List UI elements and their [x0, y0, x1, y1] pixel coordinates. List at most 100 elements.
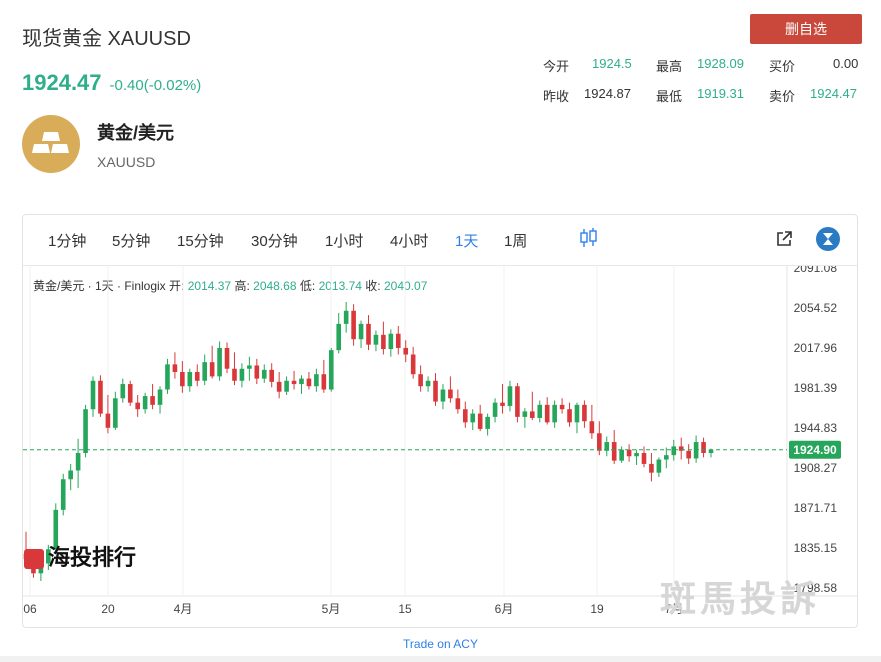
candle-body: [589, 421, 595, 434]
candle-body: [626, 449, 632, 457]
candle-body: [157, 389, 163, 405]
candle-body: [187, 372, 193, 387]
candle-body: [567, 409, 572, 423]
timeframe-1h[interactable]: 1小时: [325, 230, 363, 251]
trade-on-acy-link[interactable]: Trade on ACY: [0, 637, 881, 651]
timeframe-1min[interactable]: 1分钟: [48, 230, 86, 251]
candle-body: [425, 380, 431, 387]
candle-body: [202, 362, 208, 381]
candle-body: [306, 378, 312, 387]
candle-body: [68, 470, 73, 480]
candle-body: [358, 323, 364, 340]
x-tick-label: 06: [23, 602, 37, 616]
candle-body: [418, 374, 423, 387]
candle-body: [492, 402, 498, 417]
price-row: 1924.47 -0.40(-0.02%): [22, 70, 201, 96]
high-value: 1928.09: [697, 56, 744, 71]
last-price: 1924.47: [22, 70, 102, 95]
candle-body: [462, 409, 468, 423]
candle-body: [254, 365, 260, 379]
candle-body: [261, 369, 267, 379]
candle-body: [120, 384, 126, 399]
candle-body: [686, 450, 691, 459]
candle-body: [537, 404, 543, 418]
candle-body: [529, 411, 535, 418]
candle-body: [701, 442, 706, 453]
candlestick-type-icon[interactable]: [579, 227, 599, 254]
x-tick-label: 20: [101, 602, 115, 616]
candle-body: [232, 368, 237, 381]
candle-body: [217, 347, 222, 377]
candle-body: [239, 368, 245, 381]
candle-body: [224, 347, 230, 369]
timeframe-1d[interactable]: 1天: [455, 230, 478, 251]
candle-body: [127, 384, 133, 403]
x-tick-label: 6月: [495, 602, 514, 616]
hourglass-icon[interactable]: [816, 227, 840, 251]
open-value: 1924.5: [592, 56, 632, 71]
candle-body: [634, 452, 639, 457]
candle-body: [209, 362, 215, 377]
bottom-strip: [0, 656, 881, 662]
candle-body: [194, 372, 200, 381]
candle-body: [366, 323, 371, 345]
y-tick-label: 1944.83: [794, 421, 838, 435]
candle-body: [269, 369, 275, 382]
prev-close-value: 1924.87: [584, 86, 631, 101]
candle-body: [522, 411, 528, 417]
candle-body: [619, 449, 624, 461]
timeframe-4h[interactable]: 4小时: [390, 230, 428, 251]
x-tick-label: 15: [398, 602, 412, 616]
external-link-icon[interactable]: [775, 230, 793, 253]
candle-body: [142, 396, 148, 410]
candle-body: [477, 413, 483, 429]
candle-body: [180, 372, 185, 387]
candle-body: [470, 413, 476, 423]
candle-body: [75, 452, 81, 471]
timeframe-5min[interactable]: 5分钟: [112, 230, 150, 251]
y-tick-label: 2054.52: [794, 301, 838, 315]
low-label: 最低: [656, 89, 683, 104]
y-tick-label: 2091.08: [794, 266, 838, 275]
page-title: 现货黄金 XAUUSD: [22, 28, 191, 50]
candle-body: [433, 380, 438, 402]
open-label: 今开: [543, 59, 570, 74]
instrument-symbol: XAUUSD: [97, 154, 156, 170]
high-label: 最高: [656, 59, 683, 74]
y-tick-label: 2017.96: [794, 341, 838, 355]
timeframe-15min[interactable]: 15分钟: [177, 230, 224, 251]
candle-body: [515, 386, 520, 417]
timeframe-30min[interactable]: 30分钟: [251, 230, 298, 251]
y-tick-label: 1981.39: [794, 381, 838, 395]
candle-body: [328, 350, 334, 390]
candle-body: [60, 479, 66, 510]
timeframe-1w[interactable]: 1周: [504, 230, 527, 251]
remove-watchlist-button[interactable]: 删自选: [750, 14, 862, 44]
candle-body: [500, 402, 505, 406]
candle-body: [485, 416, 490, 429]
candle-body: [321, 374, 327, 390]
low-value: 1919.31: [697, 86, 744, 101]
candle-body: [611, 442, 617, 461]
watermark-logo: 海投排行: [24, 540, 136, 572]
x-tick-label: 19: [590, 602, 604, 616]
current-price-label: 1924.90: [793, 443, 837, 457]
x-tick-label: 5月: [322, 602, 341, 616]
candle-body: [552, 404, 557, 423]
candle-body: [403, 347, 409, 355]
candle-body: [314, 374, 319, 387]
candle-body: [544, 404, 550, 423]
candle-body: [410, 354, 416, 375]
candle-body: [440, 389, 446, 402]
candle-body: [671, 446, 677, 456]
candle-body: [582, 404, 587, 422]
candle-body: [135, 402, 140, 410]
watermark-brand: 斑馬投訴: [660, 578, 821, 619]
instrument-name: 黄金/美元: [97, 123, 175, 143]
candle-body: [664, 455, 669, 460]
bid-value: 0.00: [833, 56, 859, 71]
candle-body: [291, 380, 297, 385]
candle-body: [284, 380, 289, 392]
candle-body: [90, 380, 96, 410]
candle-body: [597, 433, 602, 451]
